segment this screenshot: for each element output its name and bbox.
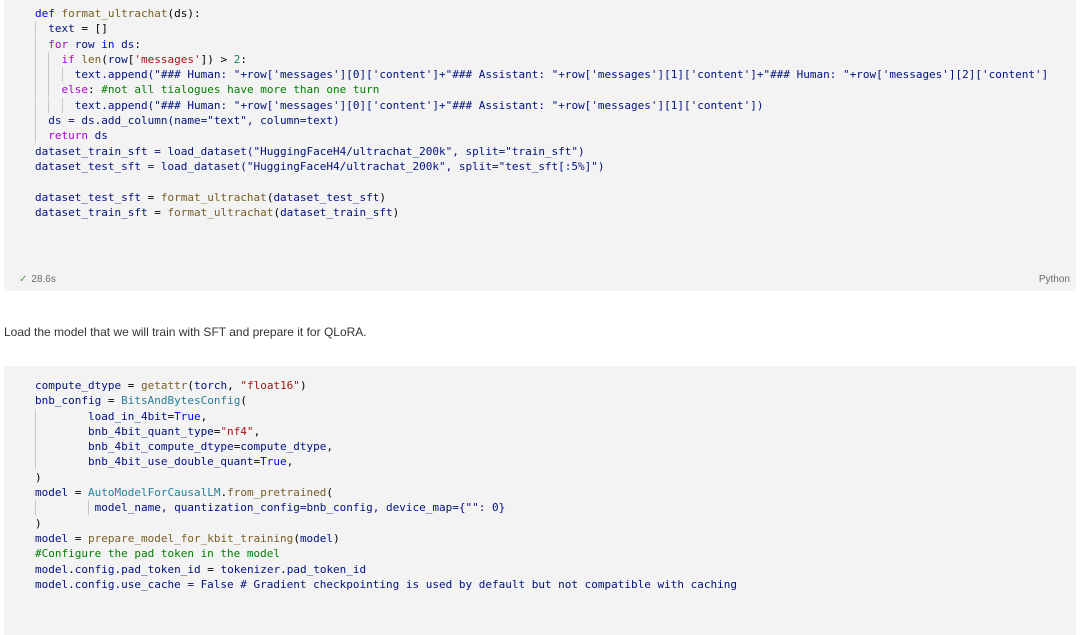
code-line: text.append("### Human: "+row['messages'… (74, 68, 1049, 82)
code-editor[interactable]: compute_dtype = getattr(torch, "float16"… (35, 378, 1076, 592)
code-cell-1[interactable]: def format_ultrachat(ds): text = [] for … (4, 0, 1076, 291)
code-line: dataset_train_sft = load_dataset("Huggin… (35, 144, 585, 158)
language-label[interactable]: Python (1039, 274, 1070, 285)
markdown-cell: Load the model that we will train with S… (4, 325, 367, 339)
code-line: model.config.use_cache = False # Gradien… (35, 577, 737, 591)
code-line: model_name, quantization_config=bnb_conf… (94, 501, 506, 515)
code-line: dataset_test_sft = load_dataset("Hugging… (35, 159, 605, 173)
code-line: text.append("### Human: "+row['messages'… (74, 98, 764, 112)
execution-time: 28.6s (31, 274, 56, 285)
code-editor[interactable]: def format_ultrachat(ds): text = [] for … (35, 6, 1076, 220)
execution-status: ✓ 28.6s (19, 274, 56, 285)
check-icon: ✓ (19, 274, 28, 285)
code-cell-2[interactable]: compute_dtype = getattr(torch, "float16"… (4, 366, 1076, 635)
code-line: ds = ds.add_column(name="text", column=t… (48, 114, 340, 128)
